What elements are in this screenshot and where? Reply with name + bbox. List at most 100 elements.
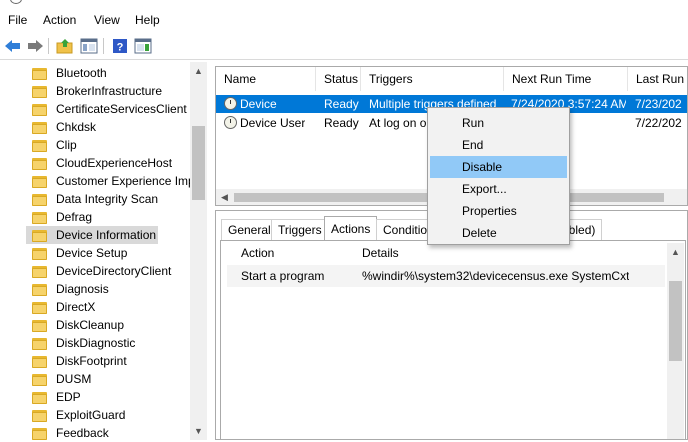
actions-panel: Action Details Start a program %windir%\…: [220, 240, 686, 440]
toolbar-separator: [103, 38, 104, 54]
tree-item[interactable]: DUSM: [26, 370, 190, 388]
folder-icon: [32, 247, 48, 260]
toolbar-separator: [48, 38, 49, 54]
column-header-last-run[interactable]: Last Run: [628, 67, 687, 91]
tree-item[interactable]: CertificateServicesClient: [26, 100, 190, 118]
task-name: Device: [240, 97, 277, 111]
task-name: Device User: [240, 116, 306, 130]
tab-triggers[interactable]: Triggers: [271, 219, 329, 241]
tree-item[interactable]: DeviceDirectoryClient: [26, 262, 190, 280]
tree-item[interactable]: Device Setup: [26, 244, 190, 262]
context-menu-end[interactable]: End: [430, 134, 567, 156]
tree-item[interactable]: DiskCleanup: [26, 316, 190, 334]
scroll-down-arrow-icon[interactable]: ▼: [194, 426, 203, 436]
tree-item[interactable]: CloudExperienceHost: [26, 154, 190, 172]
show-action-pane-icon[interactable]: [133, 36, 153, 56]
help-icon[interactable]: ?: [110, 36, 130, 56]
menu-view[interactable]: View: [94, 13, 120, 27]
folder-icon: [32, 175, 48, 188]
tree-item[interactable]: Defrag: [26, 208, 190, 226]
show-hide-tree-icon[interactable]: [79, 36, 99, 56]
tree-scroll-thumb[interactable]: [192, 126, 205, 200]
tree-item-label: Bluetooth: [56, 66, 107, 80]
column-header-name[interactable]: Name: [216, 67, 316, 91]
tree-item-label: DiskDiagnostic: [56, 336, 136, 350]
folder-icon: [32, 229, 48, 242]
tree-item[interactable]: EDP: [26, 388, 190, 406]
tree-item-label: DUSM: [56, 372, 92, 386]
tab-general[interactable]: General: [221, 219, 278, 241]
task-clock-icon: [224, 116, 237, 129]
tab-actions[interactable]: Actions: [324, 216, 378, 241]
task-last-run: 7/22/202: [635, 116, 682, 130]
column-header-next-run-time[interactable]: Next Run Time: [504, 67, 628, 91]
tree-vertical-scrollbar[interactable]: ▲ ▼: [190, 62, 207, 440]
menu-bar: File Action View Help: [0, 9, 688, 33]
scroll-up-arrow-icon[interactable]: ▲: [194, 66, 203, 76]
up-folder-icon[interactable]: [55, 36, 75, 56]
tree-item[interactable]: Bluetooth: [26, 64, 190, 82]
action-details: %windir%\system32\devicecensus.exe Syste…: [362, 269, 630, 283]
folder-icon: [32, 391, 48, 404]
action-type: Start a program: [241, 269, 325, 283]
folder-icon: [32, 355, 48, 368]
tree-item[interactable]: BrokerInfrastructure: [26, 82, 190, 100]
tree-item-label: CloudExperienceHost: [56, 156, 173, 170]
actions-scroll-thumb[interactable]: [669, 281, 682, 361]
tree-item[interactable]: Diagnosis: [26, 280, 190, 298]
tree-item[interactable]: Data Integrity Scan: [26, 190, 190, 208]
folder-icon: [32, 337, 48, 350]
column-header-status[interactable]: Status: [316, 67, 361, 91]
folder-icon: [32, 319, 48, 332]
context-menu-export[interactable]: Export...: [430, 178, 567, 200]
tree-item-label: Chkdsk: [56, 120, 97, 134]
task-status: Ready: [324, 97, 359, 111]
tree-item[interactable]: DiskDiagnostic: [26, 334, 190, 352]
folder-icon: [32, 157, 48, 170]
tree-item-label: DiskCleanup: [56, 318, 125, 332]
folder-icon: [32, 67, 48, 80]
folder-icon: [32, 139, 48, 152]
tree-item-label: Customer Experience Imp: [56, 174, 190, 188]
title-bar: [0, 0, 688, 6]
tree-item[interactable]: Clip: [26, 136, 190, 154]
tree-item-label: DeviceDirectoryClient: [56, 264, 172, 278]
tree-item-label: DiskFootprint: [56, 354, 127, 368]
tree-item-label: BrokerInfrastructure: [56, 84, 163, 98]
tree-item-label: Defrag: [56, 210, 93, 224]
column-header-action[interactable]: Action: [221, 241, 274, 265]
tree-item-label: Device Setup: [56, 246, 128, 260]
folder-icon: [32, 103, 48, 116]
column-header-details[interactable]: Details: [341, 241, 399, 265]
context-menu-disable[interactable]: Disable: [430, 156, 567, 178]
context-menu-run[interactable]: Run: [430, 112, 567, 134]
tree-item[interactable]: Customer Experience Imp: [26, 172, 190, 190]
task-clock-icon: [224, 97, 237, 110]
menu-file[interactable]: File: [8, 13, 27, 27]
tree-item[interactable]: ExploitGuard: [26, 406, 190, 424]
back-arrow-icon[interactable]: [3, 36, 23, 56]
tree-item[interactable]: DiskFootprint: [26, 352, 190, 370]
scroll-up-arrow-icon[interactable]: ▲: [671, 247, 680, 257]
scroll-left-arrow-icon[interactable]: ◀: [221, 192, 228, 202]
folder-icon: [32, 427, 48, 440]
context-menu: Run End Disable Export... Properties Del…: [427, 107, 570, 245]
tree-item-label: CertificateServicesClient: [56, 102, 187, 116]
menu-action[interactable]: Action: [43, 13, 76, 27]
tree-item-label: Clip: [56, 138, 77, 152]
folder-icon: [32, 409, 48, 422]
forward-arrow-icon[interactable]: [25, 36, 45, 56]
context-menu-delete[interactable]: Delete: [430, 222, 567, 244]
tree-item[interactable]: DirectX: [26, 298, 190, 316]
tree-item-label: DirectX: [56, 300, 96, 314]
column-header-triggers[interactable]: Triggers: [361, 67, 504, 91]
tree-item[interactable]: Chkdsk: [26, 118, 190, 136]
tree-item-label: Feedback: [56, 426, 109, 440]
tab-conditions[interactable]: Conditio: [376, 219, 430, 241]
menu-help[interactable]: Help: [135, 13, 160, 27]
task-status: Ready: [324, 116, 359, 130]
table-row[interactable]: Start a program %windir%\system32\device…: [227, 265, 665, 287]
tree-item[interactable]: Device Information: [26, 226, 158, 244]
context-menu-properties[interactable]: Properties: [430, 200, 567, 222]
tree-item[interactable]: Feedback: [26, 424, 190, 442]
